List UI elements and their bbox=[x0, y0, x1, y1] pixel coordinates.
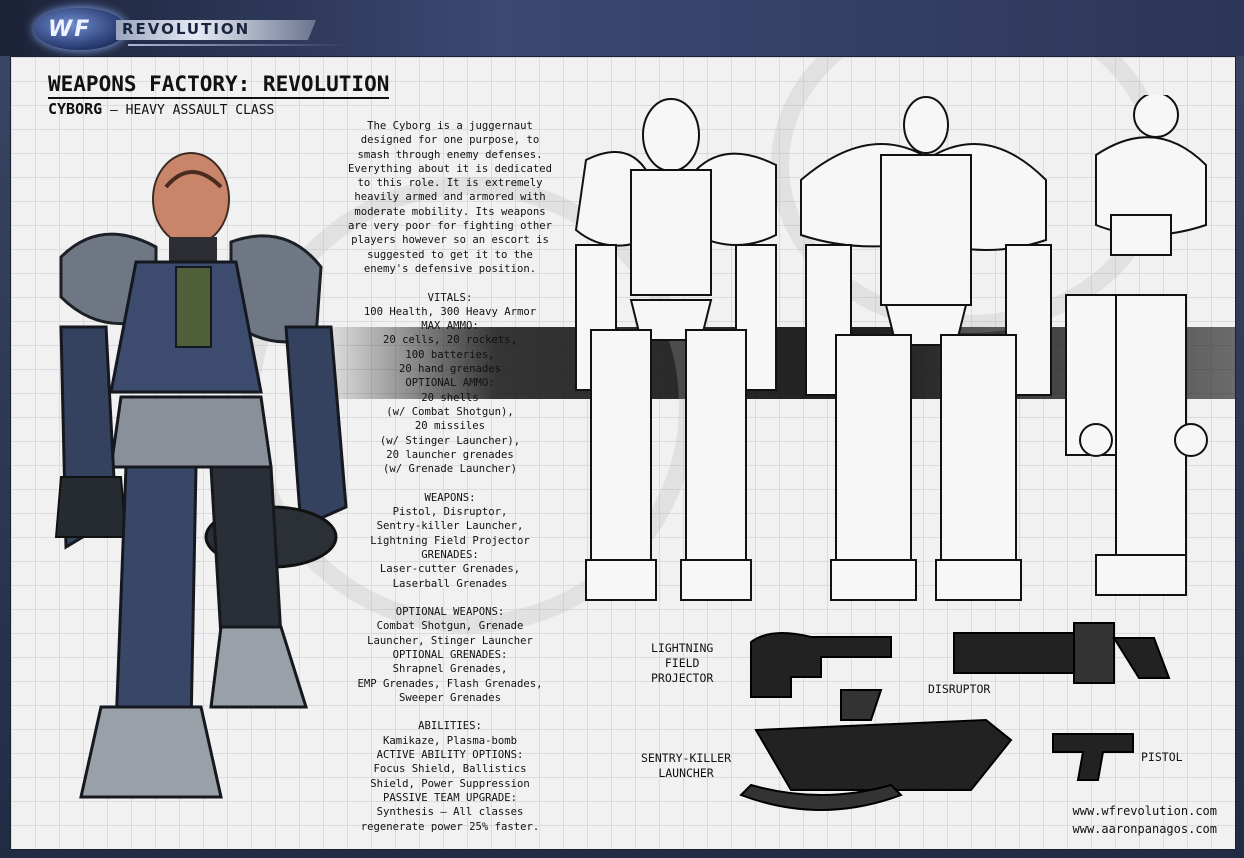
sentry-killer-launcher-drawing bbox=[739, 689, 1013, 811]
optional-line: Sweeper Grenades bbox=[398, 691, 502, 704]
weapons-block: WEAPONS: Pistol, Disruptor, Sentry-kille… bbox=[341, 491, 559, 591]
side-view bbox=[1065, 95, 1208, 596]
class-subtitle: CYBORG – HEAVY ASSAULT CLASS bbox=[48, 100, 274, 118]
weapons-line: Laserball Grenades bbox=[392, 577, 508, 590]
description-line: to this role. It is extremely bbox=[357, 177, 543, 190]
label-line: SENTRY-KILLER bbox=[641, 751, 732, 765]
label-line: PROJECTOR bbox=[651, 671, 714, 685]
vitals-line: (w/ Grenade Launcher) bbox=[383, 463, 517, 476]
sentry-killer-launcher-label: SENTRY-KILLER LAUNCHER bbox=[641, 751, 731, 781]
pistol-label: PISTOL bbox=[1141, 750, 1183, 764]
description-line: players however so an escort is bbox=[351, 234, 549, 247]
lightning-field-projector-label: LIGHTNING FIELD PROJECTOR bbox=[651, 641, 713, 686]
vitals-line: (w/ Stinger Launcher), bbox=[379, 434, 521, 447]
description-line: moderate mobility. Its weapons bbox=[354, 205, 546, 218]
abilities-line: ABILITIES: bbox=[418, 720, 482, 733]
logo-revolution-plate: REVOLUTION bbox=[116, 20, 316, 40]
page-title: WEAPONS FACTORY: REVOLUTION bbox=[48, 72, 390, 99]
abilities-block: ABILITIES: Kamikaze, Plasma-bomb ACTIVE … bbox=[341, 719, 559, 833]
back-view bbox=[800, 96, 1052, 601]
description-line: suggested to get it to the bbox=[367, 248, 533, 261]
description-line: heavily armed and armored with bbox=[354, 191, 546, 204]
logo-revolution-text: REVOLUTION bbox=[122, 20, 251, 38]
description-line: smash through enemy defenses. bbox=[357, 148, 543, 161]
description-line: The Cyborg is a juggernaut bbox=[367, 120, 533, 132]
abilities-line: Focus Shield, Ballistics bbox=[373, 763, 527, 776]
optional-line: Launcher, Stinger Launcher bbox=[367, 634, 533, 647]
vitals-block: VITALS: 100 Health, 300 Heavy Armor MAX … bbox=[341, 291, 559, 477]
vitals-line: 100 batteries, bbox=[405, 348, 495, 361]
abilities-line: Kamikaze, Plasma-bomb bbox=[383, 734, 517, 747]
pistol-drawing bbox=[1052, 733, 1134, 781]
optional-line: OPTIONAL GRENADES: bbox=[392, 648, 508, 661]
orthographic-views bbox=[574, 95, 1208, 601]
vitals-line: MAX AMMO: bbox=[421, 320, 479, 333]
logo-wf-text: WF bbox=[48, 17, 92, 42]
vitals-line: 20 cells, 20 rockets, bbox=[383, 334, 517, 347]
header-bar: WF REVOLUTION bbox=[0, 0, 1244, 56]
abilities-line: Synthesis – All classes bbox=[376, 806, 524, 819]
weapons-line: Sentry-killer Launcher, bbox=[376, 520, 524, 533]
optional-line: EMP Grenades, Flash Grenades, bbox=[357, 677, 543, 690]
vitals-line: 20 hand grenades bbox=[398, 363, 502, 376]
description-line: enemy's defensive position. bbox=[363, 262, 537, 275]
vitals-line: 20 shells bbox=[421, 391, 479, 404]
abilities-line: ACTIVE ABILITY OPTIONS: bbox=[376, 749, 524, 762]
weapons-line: GRENADES: bbox=[421, 548, 479, 561]
weapons-line: Pistol, Disruptor, bbox=[392, 506, 508, 519]
website-link[interactable]: www.wfrevolution.com bbox=[1073, 804, 1218, 818]
disruptor-drawing bbox=[953, 622, 1171, 684]
abilities-line: PASSIVE TEAM UPGRADE: bbox=[383, 791, 517, 804]
wf-revolution-logo[interactable]: WF REVOLUTION bbox=[28, 6, 348, 52]
weapons-line: WEAPONS: bbox=[424, 491, 476, 504]
label-line: LAUNCHER bbox=[658, 766, 714, 780]
website-link[interactable]: www.aaronpanagos.com bbox=[1073, 822, 1218, 836]
class-name: CYBORG bbox=[48, 100, 103, 118]
label-line: LIGHTNING bbox=[651, 641, 714, 655]
optional-block: OPTIONAL WEAPONS: Combat Shotgun, Grenad… bbox=[341, 605, 559, 705]
logo-rule bbox=[128, 44, 348, 46]
abilities-line: Shield, Power Suppression bbox=[370, 777, 530, 790]
vitals-line: 20 missiles bbox=[414, 420, 486, 433]
concept-sheet: WEAPONS FACTORY: REVOLUTION CYBORG – HEA… bbox=[10, 56, 1236, 850]
description-line: Everything about it is dedicated bbox=[347, 162, 553, 175]
label-line: FIELD bbox=[664, 656, 700, 670]
description-block: The Cyborg is a juggernaut designed for … bbox=[341, 119, 559, 276]
cyborg-illustration bbox=[54, 152, 348, 799]
class-desc: – HEAVY ASSAULT CLASS bbox=[102, 103, 275, 118]
vitals-line: (w/ Combat Shotgun), bbox=[386, 405, 514, 418]
description-line: designed for one purpose, to bbox=[360, 134, 540, 147]
vitals-line: 20 launcher grenades bbox=[386, 448, 514, 461]
optional-line: Shrapnel Grenades, bbox=[392, 663, 508, 676]
weapons-line: Lightning Field Projector bbox=[370, 534, 530, 547]
abilities-line: regenerate power 25% faster. bbox=[360, 820, 540, 833]
front-view bbox=[574, 98, 777, 601]
vitals-line: 100 Health, 300 Heavy Armor bbox=[363, 305, 537, 318]
description-line: are very poor for fighting other bbox=[347, 220, 553, 233]
vitals-line: OPTIONAL AMMO: bbox=[405, 377, 495, 390]
class-description: The Cyborg is a juggernaut designed for … bbox=[341, 119, 559, 834]
optional-line: OPTIONAL WEAPONS: bbox=[395, 606, 505, 619]
optional-line: Combat Shotgun, Grenade bbox=[376, 620, 524, 633]
vitals-line: VITALS: bbox=[427, 291, 473, 304]
weapons-line: Laser-cutter Grenades, bbox=[379, 563, 521, 576]
